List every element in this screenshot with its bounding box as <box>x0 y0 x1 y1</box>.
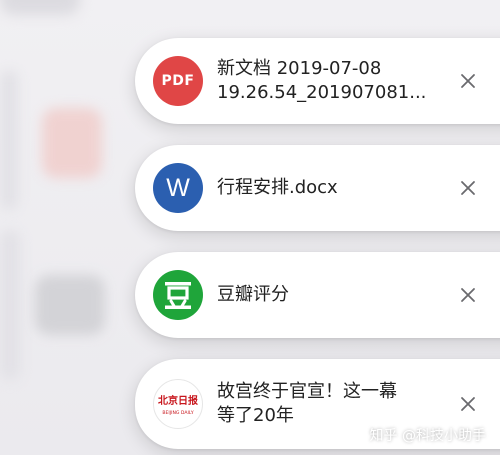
close-button[interactable] <box>458 178 478 198</box>
notification-title-line: 豆瓣评分 <box>217 284 289 305</box>
notification-card-pdf[interactable]: PDF 新文档 2019-07-08 19.26.54_201907081... <box>135 38 500 124</box>
notification-title: 新文档 2019-07-08 19.26.54_201907081... <box>217 57 450 105</box>
douban-icon <box>153 270 203 320</box>
blurred-background-shape <box>35 275 105 335</box>
blurred-background-shape <box>0 230 20 380</box>
close-button[interactable] <box>458 71 478 91</box>
svg-text:北京日报: 北京日报 <box>158 394 198 407</box>
notification-title: 豆瓣评分 <box>217 283 450 307</box>
close-icon <box>461 397 475 411</box>
notification-title-line: 故宫终于官宣！这一幕 <box>217 381 397 402</box>
word-icon-label: W <box>166 173 190 202</box>
close-button[interactable] <box>458 285 478 305</box>
douban-glyph-icon <box>165 282 191 309</box>
watermark: 知乎 @科技小助手 <box>369 428 486 444</box>
close-icon <box>461 74 475 88</box>
word-icon: W <box>153 163 203 213</box>
pdf-icon-label: PDF <box>161 73 195 89</box>
blurred-background-shape <box>0 0 80 15</box>
blurred-background-shape <box>0 70 18 210</box>
close-icon <box>461 288 475 302</box>
notification-title-line: 行程安排.docx <box>217 177 338 198</box>
notification-title-line: 新文档 2019-07-08 <box>217 58 382 79</box>
beijing-daily-icon: 北京日报 BEIJING DAILY <box>153 379 203 429</box>
svg-text:BEIJING DAILY: BEIJING DAILY <box>162 410 193 416</box>
blurred-background-shape <box>42 108 102 178</box>
beijing-daily-logo: 北京日报 BEIJING DAILY <box>158 394 198 416</box>
notification-title: 行程安排.docx <box>217 176 450 200</box>
close-button[interactable] <box>458 394 478 414</box>
close-icon <box>461 181 475 195</box>
notification-card-word[interactable]: W 行程安排.docx <box>135 145 500 231</box>
notification-title-line: 19.26.54_201907081... <box>217 82 427 103</box>
notification-card-douban[interactable]: 豆瓣评分 <box>135 252 500 338</box>
pdf-icon: PDF <box>153 56 203 106</box>
notification-title: 故宫终于官宣！这一幕 等了20年 <box>217 380 450 428</box>
